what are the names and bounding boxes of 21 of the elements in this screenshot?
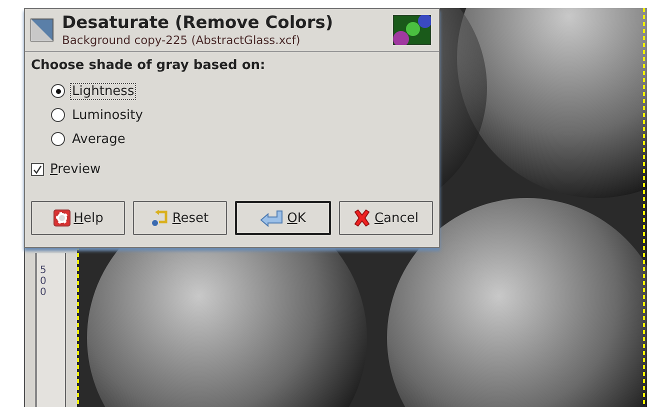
reset-button[interactable]: Reset <box>133 201 227 235</box>
radio-button[interactable] <box>51 108 65 122</box>
cross-icon <box>353 209 372 227</box>
help-button[interactable]: Help <box>31 201 125 235</box>
dialog-title: Desaturate (Remove Colors) <box>62 13 334 33</box>
return-arrow-icon <box>260 209 284 227</box>
preview-checkbox[interactable] <box>31 162 44 176</box>
radio-label[interactable]: Lightness <box>70 82 136 100</box>
image-thumbnail <box>393 15 431 45</box>
radio-button[interactable] <box>51 132 65 146</box>
ok-button[interactable]: OK <box>235 201 331 235</box>
dialog-subtitle: Background copy-225 (AbstractGlass.xcf) <box>62 33 302 47</box>
ruler-label: 500 <box>40 265 48 298</box>
desaturate-icon <box>30 18 54 42</box>
radio-label[interactable]: Luminosity <box>70 106 145 124</box>
preview-label[interactable]: Preview <box>50 162 101 176</box>
prompt-label: Choose shade of gray based on: <box>31 58 266 73</box>
reset-icon <box>151 209 170 227</box>
cancel-button[interactable]: Cancel <box>339 201 433 235</box>
radio-button[interactable] <box>51 84 65 98</box>
radio-label[interactable]: Average <box>70 130 128 148</box>
